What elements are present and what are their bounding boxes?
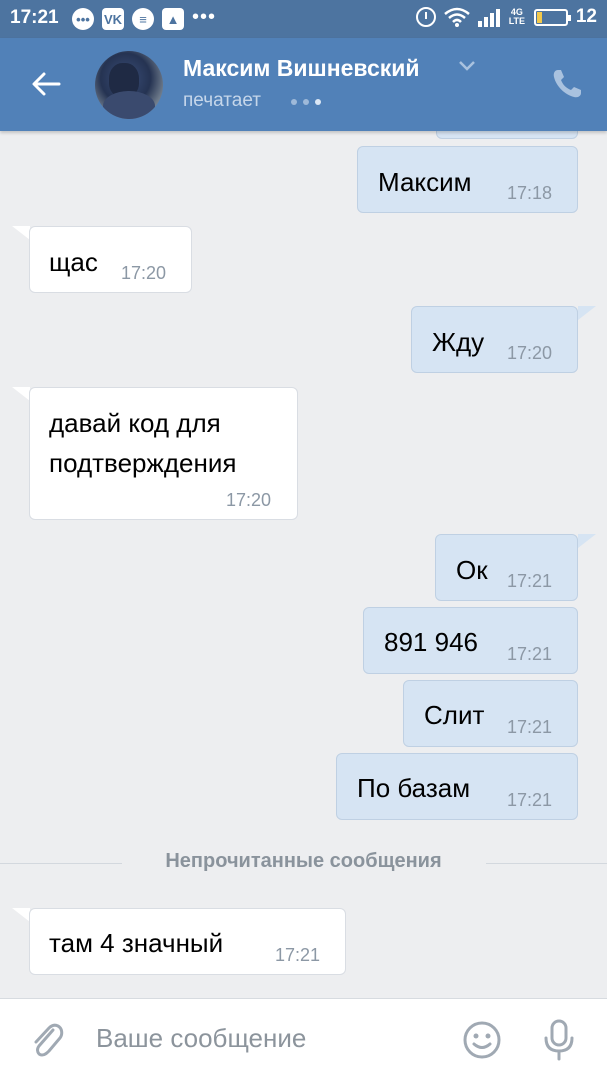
message-outgoing[interactable]: Жду 17:20 [411, 306, 578, 373]
message-text: там 4 значный [49, 928, 224, 958]
image-notification-icon: ▲ [162, 8, 184, 30]
contact-avatar[interactable] [95, 51, 163, 119]
typing-indicator [291, 99, 321, 105]
bubble-tail [12, 387, 30, 401]
message-outgoing[interactable]: Максим 17:18 [357, 146, 578, 213]
message-text: 891 946 [384, 627, 478, 657]
signal-icon [477, 7, 500, 27]
network-type: 4G LTE [508, 7, 526, 26]
battery-icon [533, 8, 571, 26]
alarm-icon [415, 7, 436, 27]
bubble-tail [12, 908, 30, 922]
message-text: Жду [432, 327, 485, 357]
contact-name[interactable]: Максим Вишневский [183, 55, 420, 82]
message-text-line-1: давай код для [49, 408, 221, 438]
battery-percent: 12 [575, 6, 597, 27]
message-text: щас [49, 247, 98, 277]
microphone-icon[interactable] [542, 1018, 576, 1062]
bubble-tail [578, 306, 596, 320]
chat-notification-icon: ••• [72, 8, 94, 30]
message-outgoing[interactable]: По базам 17:21 [336, 753, 578, 820]
message-text-line-2: подтверждения [49, 448, 237, 478]
vk-notification-icon: VK [102, 8, 124, 30]
message-bubble-partial [436, 131, 578, 139]
bubble-tail [578, 534, 596, 548]
message-time: 17:18 [507, 183, 553, 203]
message-list[interactable]: Максим 17:18 щас 17:20 Жду 17:20 давай к… [0, 131, 607, 998]
message-input[interactable]: Ваше сообщение [96, 1023, 306, 1054]
message-time: 17:20 [121, 263, 167, 283]
message-outgoing[interactable]: Слит 17:21 [403, 680, 578, 747]
bubble-tail [12, 226, 30, 240]
phone-icon[interactable] [549, 66, 585, 102]
smile-icon[interactable] [462, 1020, 502, 1060]
chevron-down-icon[interactable] [458, 60, 476, 72]
status-bar: 17:21 ••• VK ≡ ▲ ••• 4G LTE 12 [0, 0, 607, 38]
message-composer: Ваше сообщение [0, 998, 607, 1081]
back-arrow-icon [32, 72, 61, 96]
message-time: 17:21 [507, 790, 553, 810]
message-text: Слит [424, 700, 485, 730]
message-outgoing[interactable]: 891 946 17:21 [363, 607, 578, 674]
message-notification-icon: ≡ [132, 8, 154, 30]
message-text: Максим [378, 167, 472, 197]
message-incoming[interactable]: давай код для подтверждения 17:20 [29, 387, 298, 520]
message-text: Ок [456, 555, 488, 585]
chat-header: Максим Вишневский печатает [0, 38, 607, 131]
message-outgoing[interactable]: Ок 17:21 [435, 534, 578, 601]
back-button[interactable] [26, 66, 66, 102]
paperclip-icon[interactable] [29, 1020, 65, 1062]
message-time: 17:21 [275, 945, 321, 965]
message-text: По базам [357, 773, 471, 803]
message-time: 17:20 [226, 490, 272, 510]
message-time: 17:20 [507, 343, 553, 363]
unread-messages-divider: Непрочитанные сообщения [165, 850, 442, 872]
message-incoming[interactable]: там 4 значный 17:21 [29, 908, 346, 975]
wifi-icon [444, 7, 470, 27]
message-time: 17:21 [507, 571, 553, 591]
typing-status: печатает [183, 90, 261, 111]
message-time: 17:21 [507, 717, 553, 737]
status-time: 17:21 [10, 7, 59, 28]
more-notifications-icon: ••• [192, 6, 217, 28]
message-incoming[interactable]: щас 17:20 [29, 226, 192, 293]
message-time: 17:21 [507, 644, 553, 664]
